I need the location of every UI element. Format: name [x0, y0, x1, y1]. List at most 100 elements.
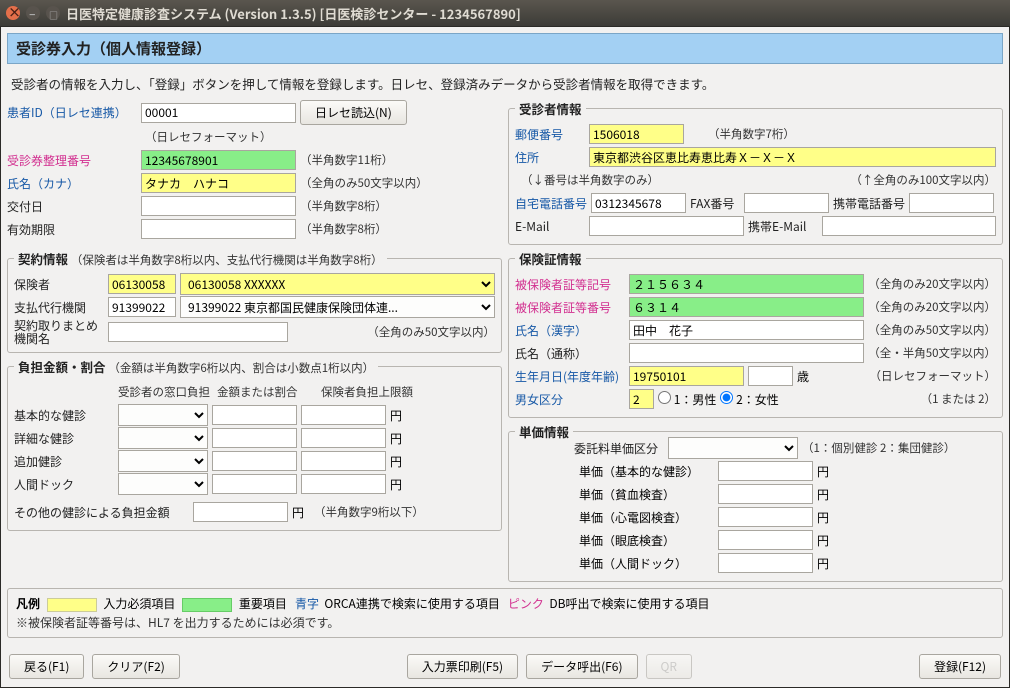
- cert-no-hint: （全角のみ20文字以内）: [868, 299, 996, 315]
- org-name-input[interactable]: [108, 322, 288, 342]
- fax-input[interactable]: [744, 193, 829, 213]
- burden-row2-select[interactable]: [118, 427, 208, 449]
- alias-input[interactable]: [629, 343, 864, 363]
- hometel-input[interactable]: [591, 193, 686, 213]
- burden-row3-limit[interactable]: [301, 451, 386, 471]
- price-class-select[interactable]: [668, 437, 798, 459]
- burden-col3: 保険者負担上限額: [321, 384, 413, 400]
- burden-col2: 金額または割合: [217, 384, 317, 400]
- burden-row2-label: 詳細な健診: [14, 430, 114, 447]
- burden-row1-amount[interactable]: [212, 405, 297, 425]
- burden-other-input[interactable]: [193, 502, 288, 522]
- price-r5-input[interactable]: [718, 553, 813, 573]
- price-r2-input[interactable]: [718, 484, 813, 504]
- page-banner: 受診券入力（個人情報登録）: [7, 33, 1003, 64]
- kana-input[interactable]: [141, 173, 296, 193]
- burden-row1-select[interactable]: [118, 404, 208, 426]
- price-r1-input[interactable]: [718, 461, 813, 481]
- burden-row1-limit[interactable]: [301, 405, 386, 425]
- burden-other-hint: （半角数字9桁以下）: [314, 504, 424, 520]
- ticket-no-input[interactable]: [141, 150, 296, 170]
- clear-button[interactable]: クリア(F2): [92, 654, 179, 679]
- burden-row3-amount[interactable]: [212, 451, 297, 471]
- kanji-input[interactable]: [629, 320, 864, 340]
- alias-label: 氏名（通称）: [515, 345, 625, 362]
- qr-button: QR: [646, 654, 693, 679]
- agency-name-select[interactable]: 91399022 東京都国民健康保険団体連...: [180, 296, 495, 318]
- burden-row4-select[interactable]: [118, 473, 208, 495]
- patient-id-input[interactable]: [141, 103, 296, 123]
- age-input[interactable]: [748, 366, 793, 386]
- burden-row1-label: 基本的な健診: [14, 407, 114, 424]
- burden-row3-select[interactable]: [118, 450, 208, 472]
- insurance-legend: 保険証情報: [515, 249, 586, 268]
- patient-id-label: 患者ID（日レセ連携）: [7, 104, 137, 121]
- addr-hint-r: （↑全角のみ100文字以内）: [850, 172, 996, 188]
- cert-sym-hint: （全角のみ20文字以内）: [868, 276, 996, 292]
- price-info-group: 単価情報 委託料単価区分 （1：個別健診 2：集団健診） 単価（基本的な健診）円…: [508, 422, 1003, 582]
- sex-input[interactable]: [629, 389, 654, 409]
- zip-input[interactable]: [589, 124, 684, 144]
- legend-title: 凡例: [16, 595, 40, 612]
- burden-row4-label: 人間ドック: [14, 476, 114, 493]
- contract-info-group: 契約情報 （保険者は半角数字8桁以内、支払代行機関は半角数字8桁） 保険者 06…: [7, 249, 502, 353]
- insurer-name-select[interactable]: 06130058 XXXXXX: [180, 273, 495, 295]
- contract-legend: 契約情報: [18, 249, 68, 268]
- addr-hint-l: （↓番号は半角数字のみ）: [521, 172, 659, 188]
- price-r3-input[interactable]: [718, 507, 813, 527]
- footer-toolbar: 戻る(F1) クリア(F2) 入力票印刷(F5) データ呼出(F6) QR 登録…: [7, 648, 1003, 681]
- legend-pink: DB呼出で検索に使用する項目: [549, 595, 709, 612]
- page-subtext: 受診者の情報を入力し、「登録」ボタンを押して情報を登録します。日レセ、登録済みデ…: [7, 64, 1003, 99]
- print-button[interactable]: 入力票印刷(F5): [407, 654, 518, 679]
- agency-code-input[interactable]: [108, 297, 176, 317]
- patient-id-format: （日レセフォーマット）: [145, 129, 272, 145]
- minimize-icon[interactable]: [26, 6, 40, 20]
- recipient-legend: 受診者情報: [515, 99, 586, 118]
- burden-col1: 受診者の窓口負担: [118, 384, 213, 400]
- close-icon[interactable]: [6, 6, 20, 20]
- price-legend: 単価情報: [519, 422, 569, 441]
- issue-date-label: 交付日: [7, 198, 137, 215]
- price-class-label: 委託料単価区分: [574, 440, 664, 457]
- burden-legend: 負担金額・割合: [18, 357, 106, 376]
- expiry-date-label: 有効期限: [7, 221, 137, 238]
- contract-legend-hint: （保険者は半角数字8桁以内、支払代行機関は半角数字8桁）: [71, 252, 383, 268]
- email-input[interactable]: [589, 216, 744, 236]
- legend-green: 重要項目: [239, 595, 287, 612]
- sex-radio-male[interactable]: 1：男性: [658, 391, 716, 408]
- mobile-input[interactable]: [909, 193, 994, 213]
- burden-group: 負担金額・割合 （金額は半角数字6桁以内、割合は小数点1桁以内） 受診者の窓口負…: [7, 357, 502, 531]
- insurer-code-input[interactable]: [108, 274, 176, 294]
- burden-row4-limit[interactable]: [301, 474, 386, 494]
- org-label: 契約取りまとめ機関名: [14, 319, 104, 345]
- issue-date-input[interactable]: [141, 196, 296, 216]
- burden-row4-amount[interactable]: [212, 474, 297, 494]
- price-r4-input[interactable]: [718, 530, 813, 550]
- back-button[interactable]: 戻る(F1): [9, 654, 84, 679]
- burden-row2-amount[interactable]: [212, 428, 297, 448]
- kana-label: 氏名（カナ）: [7, 175, 137, 192]
- maximize-icon[interactable]: [46, 6, 60, 20]
- submit-button[interactable]: 登録(F12): [919, 654, 1001, 679]
- dob-input[interactable]: [629, 366, 744, 386]
- legend-pink-head: ピンク: [508, 595, 544, 612]
- addr-input[interactable]: [589, 147, 996, 167]
- insurer-label: 保険者: [14, 276, 104, 293]
- window-body: 受診券入力（個人情報登録） 受診者の情報を入力し、「登録」ボタンを押して情報を登…: [0, 26, 1010, 688]
- hometel-label: 自宅電話番号: [515, 195, 587, 212]
- cert-no-input[interactable]: [629, 297, 864, 317]
- org-hint: （全角のみ50文字以内）: [367, 324, 495, 340]
- burden-row3-label: 追加健診: [14, 453, 114, 470]
- cert-sym-input[interactable]: [629, 274, 864, 294]
- insurance-info-group: 保険証情報 被保険者証等記号 （全角のみ20文字以内） 被保険者証等番号 （全角…: [508, 249, 1003, 418]
- expiry-date-input[interactable]: [141, 219, 296, 239]
- burden-row2-limit[interactable]: [301, 428, 386, 448]
- mobile-email-input[interactable]: [822, 216, 996, 236]
- cert-no-label: 被保険者証等番号: [515, 299, 625, 316]
- window-title: 日医特定健康診査システム (Version 1.3.5) [日医検診センター -…: [66, 4, 521, 23]
- orca-load-button[interactable]: 日レセ読込(N): [300, 100, 407, 125]
- sex-radio-female[interactable]: 2：女性: [720, 391, 778, 408]
- expiry-date-hint: （半角数字8桁）: [300, 221, 387, 237]
- agency-label: 支払代行機関: [14, 299, 104, 316]
- recall-button[interactable]: データ呼出(F6): [526, 654, 637, 679]
